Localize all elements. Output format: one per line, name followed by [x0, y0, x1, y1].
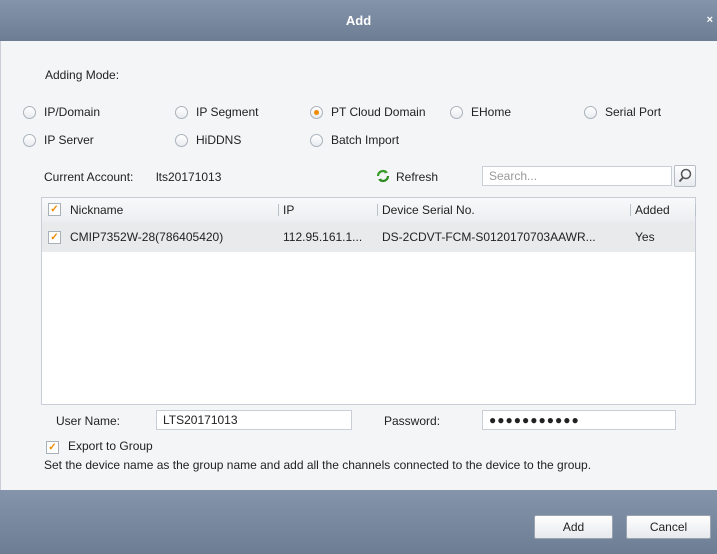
- column-header-serial[interactable]: Device Serial No.: [382, 203, 475, 217]
- column-divider: [278, 204, 279, 216]
- current-account-value: lts20171013: [156, 170, 222, 184]
- dialog-footer: Add Cancel: [0, 490, 717, 554]
- column-header-nickname[interactable]: Nickname: [70, 203, 123, 217]
- row-ip: 112.95.161.1...: [283, 230, 363, 244]
- user-name-field[interactable]: [156, 410, 352, 430]
- radio-pt-cloud-domain-label[interactable]: PT Cloud Domain: [331, 105, 426, 119]
- radio-pt-cloud-domain[interactable]: [310, 106, 323, 119]
- search-button[interactable]: [674, 165, 696, 187]
- radio-batch-import[interactable]: [310, 134, 323, 147]
- cancel-button[interactable]: Cancel: [626, 515, 711, 539]
- export-description: Set the device name as the group name an…: [44, 458, 592, 472]
- search-icon: [678, 168, 692, 183]
- radio-ip-domain-label[interactable]: IP/Domain: [44, 105, 100, 119]
- refresh-icon[interactable]: [375, 168, 391, 187]
- table-header: ✓ Nickname IP Device Serial No. Added: [42, 198, 696, 223]
- radio-serial-port-label[interactable]: Serial Port: [605, 105, 661, 119]
- radio-batch-import-label[interactable]: Batch Import: [331, 133, 399, 147]
- select-all-checkbox[interactable]: ✓: [48, 203, 61, 216]
- dialog-content: Adding Mode: IP/Domain IP Segment PT Clo…: [0, 41, 717, 490]
- close-icon[interactable]: ×: [707, 0, 713, 41]
- device-table: ✓ Nickname IP Device Serial No. Added ✓ …: [41, 197, 696, 405]
- search-input[interactable]: [482, 166, 672, 186]
- column-header-added[interactable]: Added: [635, 203, 670, 217]
- radio-ip-segment[interactable]: [175, 106, 188, 119]
- export-to-group-label[interactable]: Export to Group: [68, 439, 153, 453]
- column-divider: [695, 204, 696, 216]
- column-header-ip[interactable]: IP: [283, 203, 294, 217]
- refresh-button[interactable]: Refresh: [396, 170, 438, 184]
- column-divider: [630, 204, 631, 216]
- row-added: Yes: [635, 230, 655, 244]
- row-checkbox[interactable]: ✓: [48, 231, 61, 244]
- table-row[interactable]: ✓ CMIP7352W-28(786405420) 112.95.161.1..…: [42, 222, 695, 252]
- radio-ip-domain[interactable]: [23, 106, 36, 119]
- export-to-group-checkbox[interactable]: ✓: [46, 441, 59, 454]
- row-serial: DS-2CDVT-FCM-S0120170703AAWR...: [382, 230, 596, 244]
- row-nickname: CMIP7352W-28(786405420): [70, 230, 224, 244]
- password-label: Password:: [384, 414, 441, 428]
- adding-mode-label: Adding Mode:: [45, 68, 120, 82]
- radio-ip-server-label[interactable]: IP Server: [44, 133, 94, 147]
- password-field[interactable]: [482, 410, 676, 430]
- radio-ip-segment-label[interactable]: IP Segment: [196, 105, 258, 119]
- radio-hiddns-label[interactable]: HiDDNS: [196, 133, 241, 147]
- radio-ip-server[interactable]: [23, 134, 36, 147]
- add-button[interactable]: Add: [534, 515, 613, 539]
- radio-hiddns[interactable]: [175, 134, 188, 147]
- radio-serial-port[interactable]: [584, 106, 597, 119]
- current-account-label: Current Account:: [44, 170, 134, 184]
- dialog-title: Add: [345, 13, 372, 28]
- radio-ehome-label[interactable]: EHome: [471, 105, 511, 119]
- radio-ehome[interactable]: [450, 106, 463, 119]
- user-name-label: User Name:: [56, 414, 121, 428]
- column-divider: [377, 204, 378, 216]
- dialog-titlebar: Add ×: [0, 0, 717, 41]
